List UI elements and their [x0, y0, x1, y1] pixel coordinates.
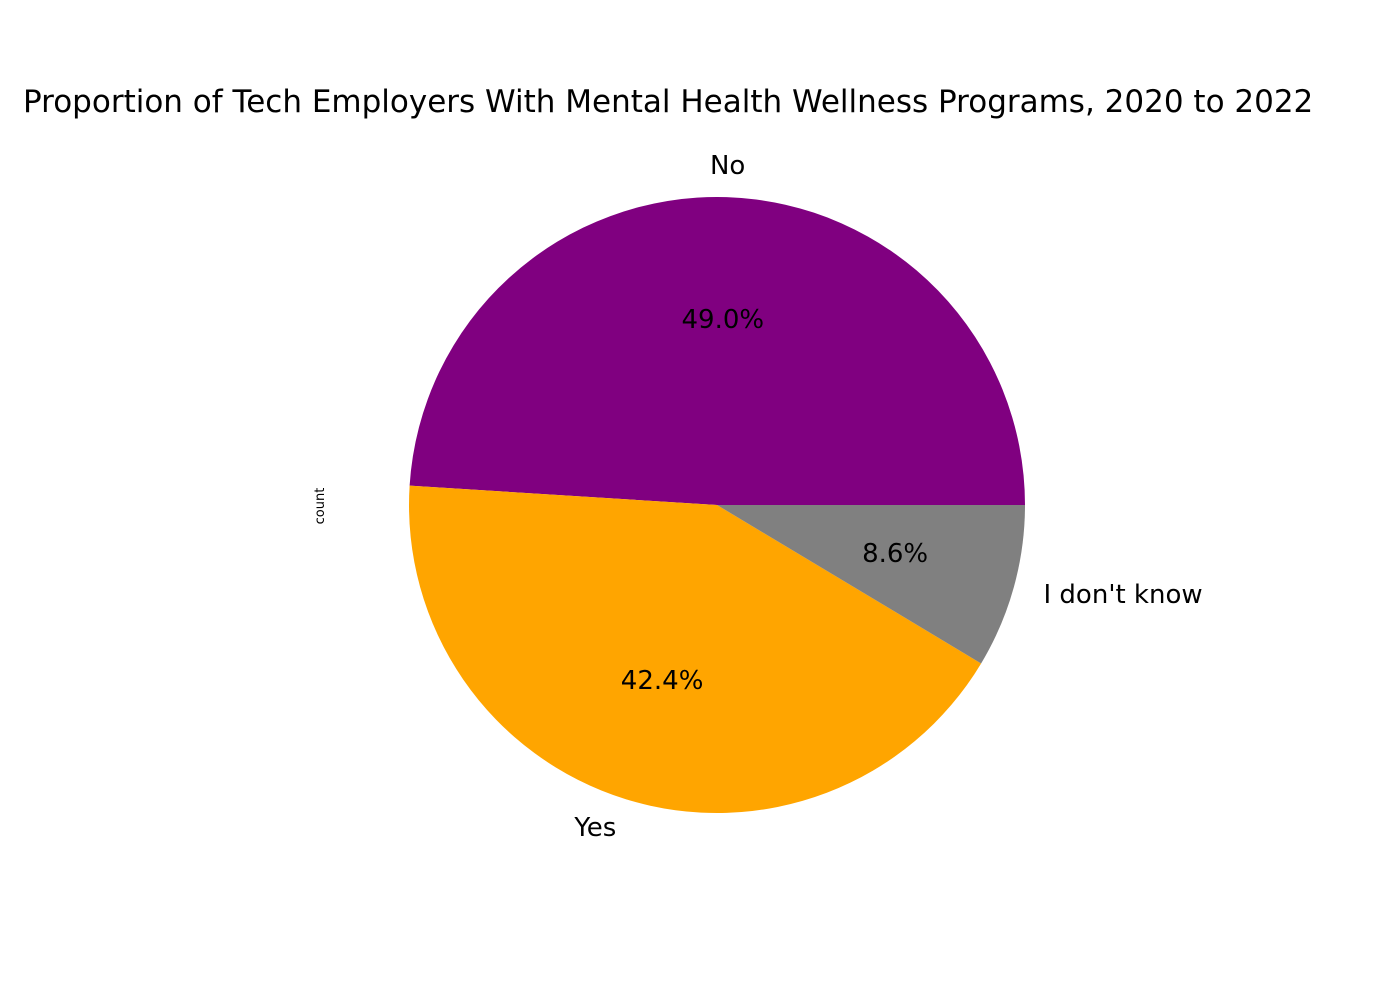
slice-percent-label-1: 42.4% — [621, 666, 704, 696]
pie-chart: Proportion of Tech Employers With Mental… — [23, 84, 1313, 843]
slice-label-0: No — [710, 151, 745, 181]
slice-percent-label-0: 49.0% — [681, 305, 764, 335]
slice-label-1: Yes — [573, 813, 616, 843]
pie-slice-0 — [409, 197, 1025, 505]
slice-percent-label-2: 8.6% — [862, 539, 928, 569]
pie-slices — [409, 197, 1025, 814]
chart-title: Proportion of Tech Employers With Mental… — [23, 84, 1313, 120]
slice-label-2: I don't know — [1044, 580, 1203, 610]
y-axis-label: count — [313, 488, 328, 525]
